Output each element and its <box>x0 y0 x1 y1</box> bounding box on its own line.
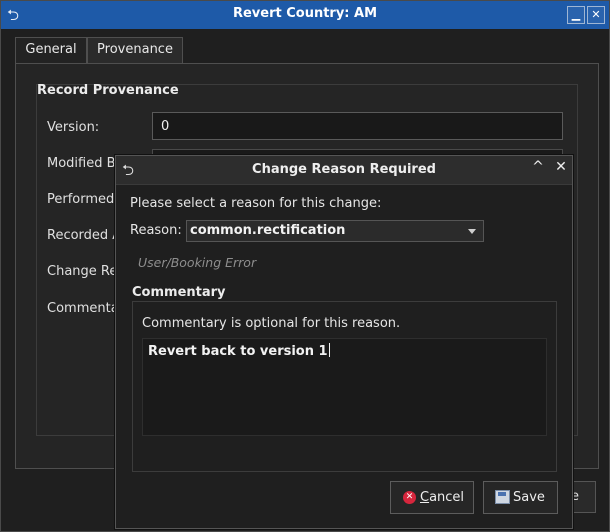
modified-by-label: Modified By <box>47 156 124 171</box>
tab-general[interactable]: General <box>15 37 87 63</box>
text-cursor <box>328 343 330 357</box>
dialog-title: Change Reason Required <box>252 162 436 177</box>
window-titlebar: ⮌ Revert Country: AM ▁ ✕ <box>1 1 609 29</box>
version-label: Version: <box>47 120 100 135</box>
save-button[interactable]: Save <box>483 481 558 514</box>
minimize-icon: ▁ <box>571 8 581 21</box>
commentary-label: Commenta <box>47 301 119 316</box>
commentary-note: Commentary is optional for this reason. <box>142 316 401 331</box>
reason-prompt: Please select a reason for this change: <box>130 196 382 211</box>
minimize-button[interactable]: ▁ <box>567 6 585 24</box>
chevron-up-icon[interactable]: ^ <box>529 159 547 179</box>
reason-select[interactable]: common.rectification <box>186 220 484 242</box>
close-icon: ✕ <box>591 8 601 21</box>
performed-label: Performed <box>47 192 115 207</box>
window-title: Revert Country: AM <box>232 6 378 21</box>
commentary-text: Revert back to version 1 <box>148 344 328 359</box>
version-field[interactable]: 0 <box>152 112 563 140</box>
reason-select-value: common.rectification <box>190 223 346 238</box>
cancel-button-label: Cancel <box>420 490 465 505</box>
change-reason-label: Change Rea <box>47 264 126 279</box>
save-button-label: Save <box>513 490 545 505</box>
chevron-down-icon <box>468 229 476 234</box>
recorded-at-label: Recorded A <box>47 228 122 243</box>
tab-provenance[interactable]: Provenance <box>87 37 183 64</box>
cancel-icon: ✕ <box>403 491 416 504</box>
reason-label: Reason: <box>130 223 182 238</box>
commentary-title: Commentary <box>132 285 226 300</box>
change-reason-dialog: ⮌ Change Reason Required ^ ✕ Please sele… <box>115 155 573 529</box>
commentary-textarea[interactable]: Revert back to version 1 <box>142 338 547 436</box>
save-icon <box>495 490 510 504</box>
section-title: Record Provenance <box>37 83 179 98</box>
reason-hint: User/Booking Error <box>138 255 257 270</box>
cancel-button[interactable]: ✕ Cancel <box>390 481 474 514</box>
close-icon[interactable]: ✕ <box>552 159 570 179</box>
dialog-titlebar: ⮌ Change Reason Required ^ ✕ <box>116 156 572 185</box>
close-button[interactable]: ✕ <box>587 6 605 24</box>
